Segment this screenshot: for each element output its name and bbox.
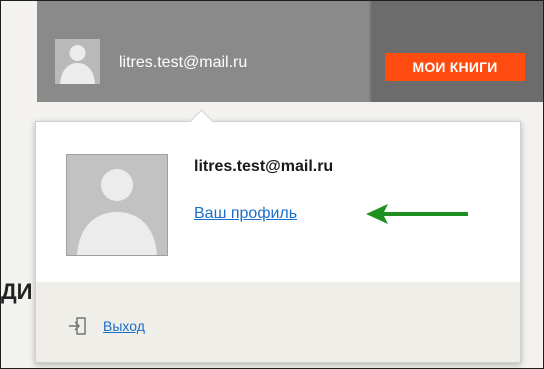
background-partial-text: ДИ	[1, 279, 33, 304]
page-left-strip	[1, 1, 37, 368]
logout-icon[interactable]	[68, 316, 88, 336]
user-dropdown-popup: litres.test@mail.ru Ваш профиль Выход	[35, 121, 521, 363]
header-avatar-icon[interactable]	[55, 39, 100, 84]
screenshot-frame: litres.test@mail.ru МОИ КНИГИ ДИ litres.…	[0, 0, 544, 369]
logout-link[interactable]: Выход	[103, 318, 145, 334]
my-books-button[interactable]: МОИ КНИГИ	[385, 53, 525, 81]
left-arrow-icon	[366, 204, 468, 224]
header-right-area	[371, 1, 543, 102]
header-user-email[interactable]: litres.test@mail.ru	[119, 54, 247, 72]
your-profile-link[interactable]: Ваш профиль	[194, 205, 297, 223]
profile-avatar-icon	[66, 154, 168, 256]
popup-user-email: litres.test@mail.ru	[194, 158, 334, 175]
